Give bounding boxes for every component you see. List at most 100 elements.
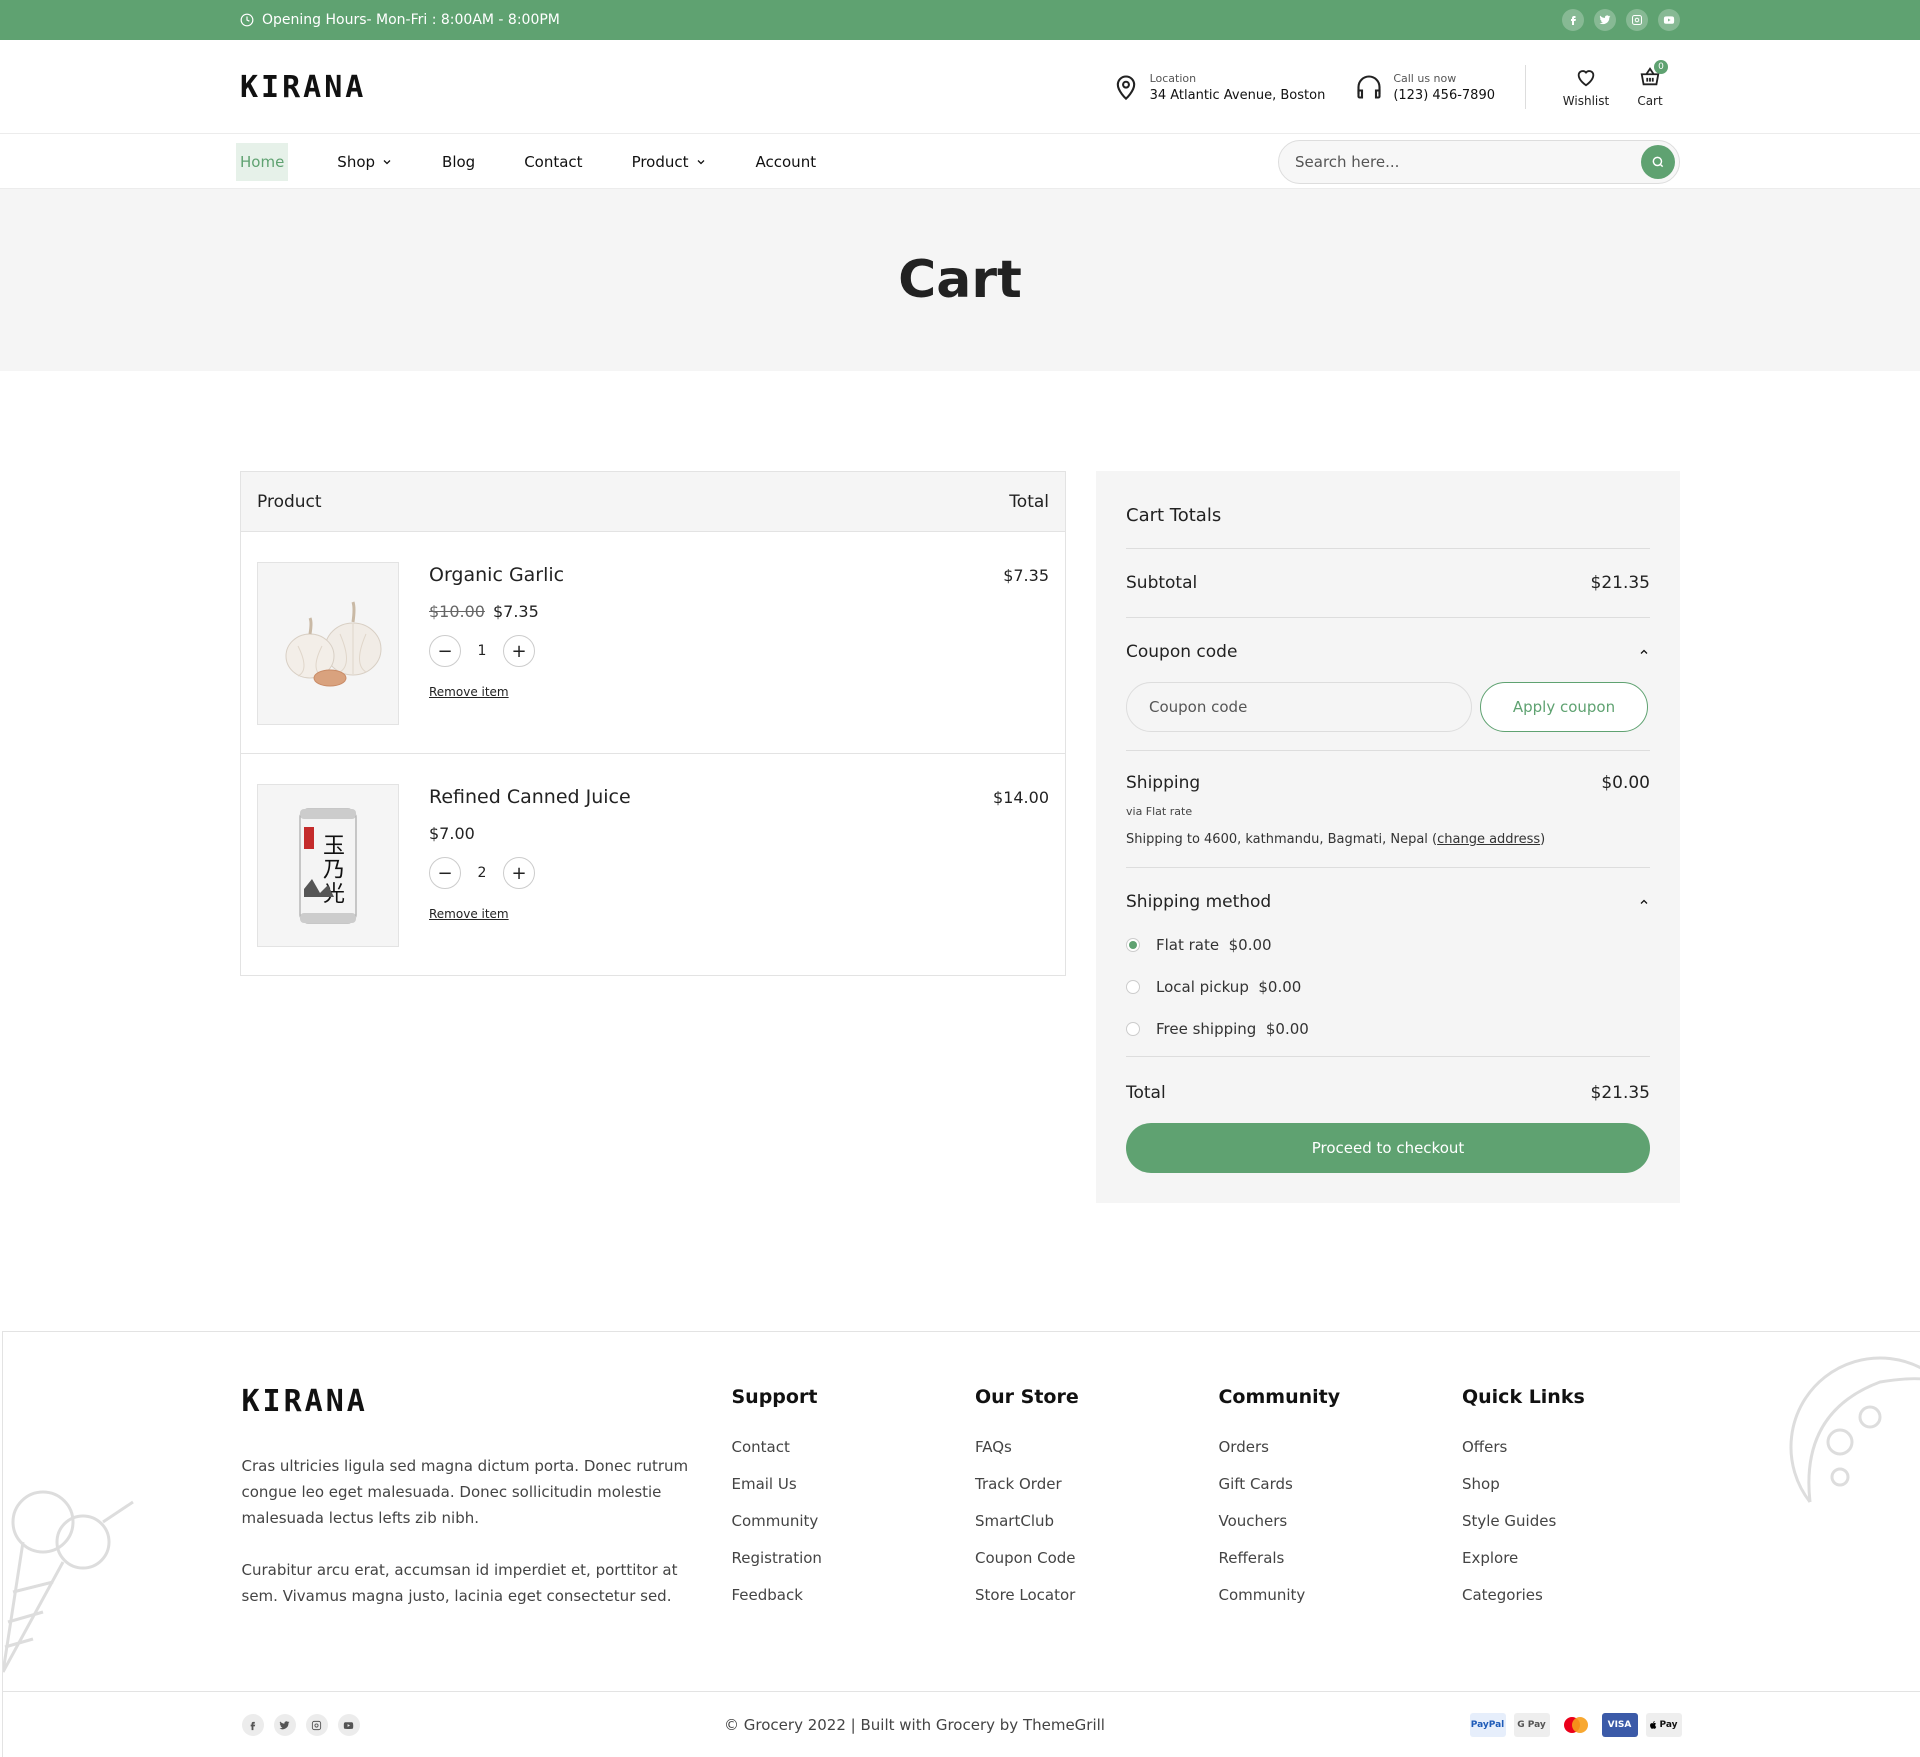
radio-selected[interactable] (1126, 938, 1140, 952)
shipping-option-label: Local pickup $0.00 (1156, 978, 1302, 996)
footer-about-text: Cras ultricies ligula sed magna dictum p… (241, 1457, 689, 1527)
call-value[interactable]: (123) 456-7890 (1393, 88, 1495, 103)
footer-link[interactable]: Gift Cards (1218, 1475, 1462, 1493)
search-input[interactable] (1295, 152, 1641, 171)
apple-pay-icon: Pay (1645, 1713, 1682, 1737)
product-name[interactable]: Organic Garlic (429, 564, 1003, 586)
total-label: Total (1126, 1083, 1166, 1103)
footer-link[interactable]: FAQs (975, 1438, 1219, 1456)
mastercard-logo (1563, 1717, 1588, 1733)
apply-coupon-button[interactable]: Apply coupon (1480, 682, 1648, 732)
change-address-link[interactable]: change address (1437, 832, 1540, 847)
proceed-to-checkout-button[interactable]: Proceed to checkout (1126, 1123, 1650, 1173)
site-header: KIRANA Location 34 Atlantic Avenue, Bost… (0, 40, 1920, 134)
shipping-option-free[interactable]: Free shipping $0.00 (1126, 1020, 1650, 1038)
coupon-toggle[interactable]: Coupon code (1126, 642, 1650, 662)
heart-icon (1577, 70, 1595, 87)
shipping-option-label: Flat rate $0.00 (1156, 936, 1272, 954)
footer-column-title: Community (1218, 1386, 1341, 1408)
mastercard-icon (1557, 1713, 1594, 1737)
coupon-input[interactable] (1126, 682, 1472, 732)
footer-link[interactable]: Track Order (975, 1475, 1219, 1493)
nav-item-home[interactable]: Home (236, 142, 289, 181)
wishlist-label: Wishlist (1562, 94, 1610, 108)
coupon-label: Coupon code (1126, 642, 1238, 662)
footer-link[interactable]: Email Us (731, 1475, 975, 1493)
col-total-header: Total (1009, 491, 1049, 512)
plus-button[interactable]: + (503, 635, 535, 667)
instagram-icon[interactable] (305, 1714, 328, 1736)
product-image-garlic[interactable] (257, 562, 399, 725)
radio-unselected[interactable] (1126, 1022, 1140, 1036)
cart-totals-panel: Cart Totals Subtotal $21.35 Coupon code … (1096, 471, 1680, 1203)
call-block: Call us now (123) 456-7890 (1355, 72, 1495, 103)
paypal-icon: PayPal (1469, 1713, 1506, 1737)
footer-link[interactable]: Orders (1218, 1438, 1462, 1456)
search-button[interactable] (1641, 144, 1675, 179)
minus-button[interactable]: − (429, 635, 461, 667)
footer-link[interactable]: Community (1218, 1586, 1462, 1604)
site-logo[interactable]: KIRANA (240, 70, 366, 105)
shipping-address: Shipping to 4600, kathmandu, Bagmati, Ne… (1126, 832, 1650, 847)
nav-item-shop[interactable]: Shop (337, 153, 393, 171)
footer-link[interactable]: Explore (1462, 1549, 1682, 1567)
footer-link[interactable]: Refferals (1218, 1549, 1462, 1567)
minus-button[interactable]: − (429, 857, 461, 889)
footer-column-community: Community Orders Gift Cards Vouchers Ref… (1218, 1384, 1462, 1623)
footer-link[interactable]: Shop (1462, 1475, 1682, 1493)
nav-item-product-label: Product (631, 152, 689, 171)
product-name[interactable]: Refined Canned Juice (429, 786, 993, 808)
shipping-method-toggle[interactable]: Shipping method (1126, 892, 1650, 912)
col-product-header: Product (257, 491, 322, 512)
nav-item-product[interactable]: Product (632, 153, 707, 171)
footer-link[interactable]: Style Guides (1462, 1512, 1682, 1530)
product-image-canned-juice[interactable]: 玉 乃 光 (257, 784, 399, 947)
quantity-value[interactable]: 1 (461, 643, 503, 659)
nav-item-contact[interactable]: Contact (524, 153, 582, 171)
footer-link[interactable]: Store Locator (975, 1586, 1219, 1604)
remove-item-link[interactable]: Remove item (429, 907, 509, 921)
copyright-text: © Grocery 2022 | Built with Grocery by T… (724, 1716, 1105, 1734)
page-banner: Cart (0, 189, 1920, 371)
cart-totals-title: Cart Totals (1126, 481, 1650, 549)
opening-hours: Opening Hours- Mon-Fri : 8:00AM - 8:00PM (240, 12, 560, 28)
nav-item-blog[interactable]: Blog (442, 153, 475, 171)
instagram-icon[interactable] (1626, 9, 1648, 31)
total-value: $21.35 (1590, 1083, 1650, 1103)
wishlist-button[interactable]: Wishlist (1556, 66, 1616, 108)
footer-link[interactable]: SmartClub (975, 1512, 1219, 1530)
youtube-icon[interactable] (337, 1714, 360, 1736)
shipping-option-flat-rate[interactable]: Flat rate $0.00 (1126, 936, 1650, 954)
footer-link[interactable]: Offers (1462, 1438, 1682, 1456)
footer-column-our-store: Our Store FAQs Track Order SmartClub Cou… (975, 1384, 1219, 1623)
facebook-icon[interactable] (241, 1714, 264, 1736)
facebook-icon[interactable] (1562, 9, 1584, 31)
footer-link[interactable]: Coupon Code (975, 1549, 1219, 1567)
product-old-price: $10.00 (429, 602, 485, 621)
footer-column-title: Our Store (974, 1386, 1079, 1408)
quantity-stepper: − 2 + (429, 857, 993, 889)
twitter-icon[interactable] (1594, 9, 1616, 31)
twitter-icon[interactable] (273, 1714, 296, 1736)
remove-item-link[interactable]: Remove item (429, 685, 509, 699)
footer-logo[interactable]: KIRANA (242, 1384, 732, 1419)
shipping-via: via Flat rate (1126, 805, 1193, 818)
footer-link[interactable]: Vouchers (1218, 1512, 1462, 1530)
site-footer: KIRANA Cras ultricies ligula sed magna d… (2, 1331, 1920, 1691)
main-nav: Home Shop Blog Contact Product Account (0, 134, 1920, 189)
footer-link[interactable]: Contact (731, 1438, 975, 1456)
header-divider (1525, 65, 1526, 109)
quantity-value[interactable]: 2 (461, 865, 503, 881)
plus-button[interactable]: + (503, 857, 535, 889)
cart-button[interactable]: 0 Cart (1620, 60, 1680, 108)
shipping-option-local-pickup[interactable]: Local pickup $0.00 (1126, 978, 1650, 996)
visa-icon: VISA (1601, 1713, 1638, 1737)
footer-link[interactable]: Registration (731, 1549, 975, 1567)
footer-link[interactable]: Community (731, 1512, 975, 1530)
footer-link[interactable]: Feedback (731, 1586, 975, 1604)
total-row: Total $21.35 (1126, 1057, 1650, 1123)
nav-item-account[interactable]: Account (756, 153, 817, 171)
youtube-icon[interactable] (1658, 9, 1680, 31)
footer-link[interactable]: Categories (1462, 1586, 1682, 1604)
radio-unselected[interactable] (1126, 980, 1140, 994)
